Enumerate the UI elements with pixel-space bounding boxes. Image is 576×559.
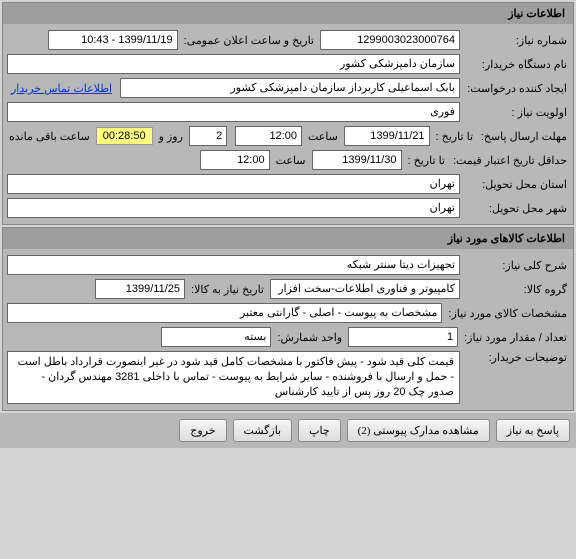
min-credit-time-field: 12:00 xyxy=(200,150,270,170)
spec-label: مشخصات کالای مورد نیاز: xyxy=(446,307,569,320)
qty-field: 1 xyxy=(348,327,458,347)
deadline-send-label: مهلت ارسال پاسخ: xyxy=(479,130,569,143)
time-label-1: ساعت xyxy=(306,130,340,143)
respond-button[interactable]: پاسخ به نیاز xyxy=(496,419,570,442)
goods-info-body: شرح کلی نیاز: تجهیزات دیتا سنتر شبکه گرو… xyxy=(3,249,573,410)
unit-label: واحد شمارش: xyxy=(275,331,344,344)
need-date-label: تاریخ نیاز به کالا: xyxy=(189,283,266,296)
to-date-label-2: تا تاریخ : xyxy=(406,154,447,167)
org-field: سازمان دامپزشکی کشور xyxy=(7,54,460,74)
goods-info-panel: اطلاعات کالاهای مورد نیاز شرح کلی نیاز: … xyxy=(2,227,574,411)
need-info-header: اطلاعات نیاز xyxy=(3,3,573,24)
need-info-panel: اطلاعات نیاز شماره نیاز: 129900302300076… xyxy=(2,2,574,225)
org-label: نام دستگاه خریدار: xyxy=(464,58,569,71)
remaining-label: ساعت باقی مانده xyxy=(7,130,92,143)
requester-field: بابک اسماعیلی کاربرداز سازمان دامپزشکی ک… xyxy=(120,78,460,98)
days-field: 2 xyxy=(189,126,227,146)
exit-button[interactable]: خروج xyxy=(179,419,226,442)
buyer-notes-label: توضیحات خریدار: xyxy=(464,351,569,364)
view-attachments-button[interactable]: مشاهده مدارک پیوستی (2) xyxy=(347,419,490,442)
min-credit-date-field: 1399/11/30 xyxy=(312,150,402,170)
delivery-city-label: شهر محل تحویل: xyxy=(464,202,569,215)
requester-label: ایجاد کننده درخواست: xyxy=(464,82,569,95)
deadline-time-field: 12:00 xyxy=(235,126,302,146)
qty-label: تعداد / مقدار مورد نیاز: xyxy=(462,331,569,344)
desc-field: تجهیزات دیتا سنتر شبکه xyxy=(7,255,460,275)
need-date-field: 1399/11/25 xyxy=(95,279,185,299)
deadline-date-field: 1399/11/21 xyxy=(344,126,430,146)
group-label: گروه کالا: xyxy=(464,283,569,296)
unit-field: بسته xyxy=(161,327,271,347)
need-info-body: شماره نیاز: 1299003023000764 تاریخ و ساع… xyxy=(3,24,573,224)
delivery-province-label: استان محل تحویل: xyxy=(464,178,569,191)
group-field: کامپیوتر و فناوری اطلاعات-سخت افزار xyxy=(270,279,460,299)
goods-info-header: اطلاعات کالاهای مورد نیاز xyxy=(3,228,573,249)
need-number-field: 1299003023000764 xyxy=(320,30,460,50)
announce-label: تاریخ و ساعت اعلان عمومی: xyxy=(182,34,316,47)
delivery-city-field: تهران xyxy=(7,198,460,218)
priority-label: اولویت نیاز : xyxy=(464,106,569,119)
desc-label: شرح کلی نیاز: xyxy=(464,259,569,272)
days-label: روز و xyxy=(157,130,185,143)
buyer-contact-link[interactable]: اطلاعات تماس خریدار xyxy=(7,82,116,95)
back-button[interactable]: بازگشت xyxy=(233,419,293,442)
need-number-label: شماره نیاز: xyxy=(464,34,569,47)
min-credit-label: حداقل تاریخ اعتبار قیمت: xyxy=(451,154,569,167)
time-label-2: ساعت xyxy=(274,154,308,167)
button-bar: پاسخ به نیاز مشاهده مدارک پیوستی (2) چاپ… xyxy=(0,413,576,448)
buyer-notes-field: قیمت کلی قید شود - پیش فاکتور با مشخصات … xyxy=(7,351,460,404)
print-button[interactable]: چاپ xyxy=(298,419,341,442)
countdown-field: 00:28:50 xyxy=(96,127,153,145)
delivery-province-field: تهران xyxy=(7,174,460,194)
spec-field: مشخصات به پیوست - اصلی - گارانتی معتبر xyxy=(7,303,442,323)
announce-field: 1399/11/19 - 10:43 xyxy=(48,30,178,50)
to-date-label: تا تاریخ : xyxy=(434,130,475,143)
priority-field: فوری xyxy=(7,102,460,122)
